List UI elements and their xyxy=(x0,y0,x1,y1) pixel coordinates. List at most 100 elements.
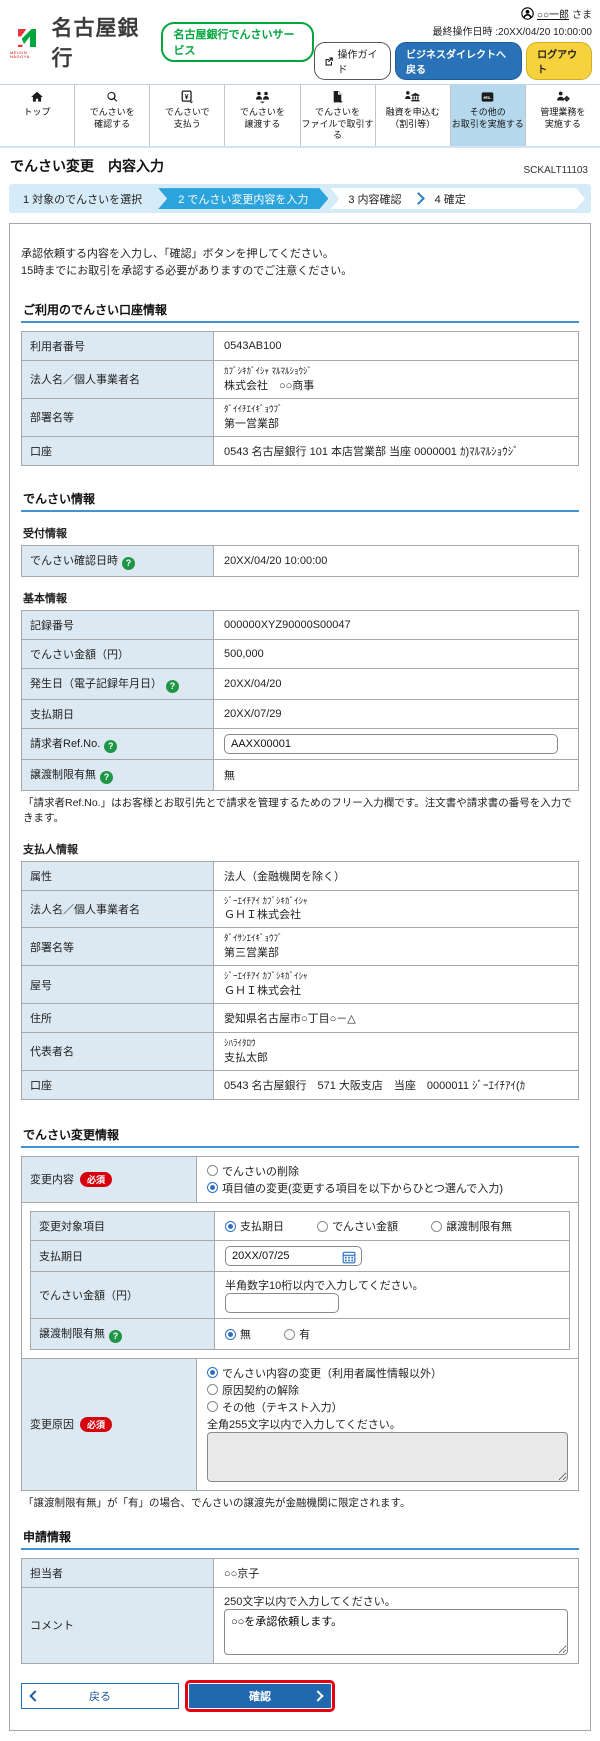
radio-target-amount[interactable] xyxy=(317,1221,328,1232)
bank-logo: MEIGIN NAGOYA xyxy=(10,26,44,59)
new-limit-options: 無 有 xyxy=(215,1318,570,1349)
row-label: 屋号 xyxy=(22,966,214,1004)
payer-info-table: 属性 法人（金融機関を除く） 法人名／個人事業者名 ｼﾞｰｴｲﾁｱｲ ｶﾌﾞｼｷ… xyxy=(21,861,579,1100)
option-label: でんさいの削除 xyxy=(222,1163,299,1179)
svg-text:etc.: etc. xyxy=(484,95,492,100)
service-badge: 名古屋銀行でんさいサービス xyxy=(161,22,314,62)
option-label: でんさい内容の変更（利用者属性情報以外） xyxy=(222,1365,442,1381)
radio-reason-contract-cancel[interactable] xyxy=(207,1384,218,1395)
payer-dept-name: 第三営業部 xyxy=(224,947,279,959)
external-link-icon xyxy=(324,56,334,67)
trade-name-value: ｼﾞｰｴｲﾁｱｲ ｶﾌﾞｼｷｶﾞｲｼｬ ＧＨＩ株式会社 xyxy=(214,966,579,1004)
tab-apply-loan[interactable]: 融資を申込む （割引等） xyxy=(376,85,451,146)
table-row: 口座 0543 名古屋銀行 571 大阪支店 当座 0000011 ｼﾞｰｴｲﾁ… xyxy=(22,1070,579,1099)
radio-limit-none[interactable] xyxy=(225,1329,236,1340)
radio-target-limit[interactable] xyxy=(431,1221,442,1232)
option-label: 有 xyxy=(299,1329,310,1341)
user-honorific: さま xyxy=(572,6,592,21)
comment-cell: 250文字以内で入力してください。 ○○を承認依頼します。 xyxy=(214,1587,579,1663)
option-label: 支払期日 xyxy=(240,1221,284,1233)
help-icon[interactable] xyxy=(100,771,113,784)
tab-label: でんさいで 支払う xyxy=(165,107,210,130)
guide-button[interactable]: 操作ガイド xyxy=(314,42,391,80)
row-label: でんさい金額（円） xyxy=(31,1271,215,1318)
representative-kana: ｼﾊﾗｲﾀﾛｳ xyxy=(224,1038,568,1049)
radio-target-due-date[interactable] xyxy=(225,1221,236,1232)
tab-label: その他の お取引を実施する xyxy=(452,107,524,130)
table-row: 発生日（電子記録年月日） 20XX/04/20 xyxy=(22,668,579,699)
calendar-icon[interactable] xyxy=(342,1250,356,1264)
change-content-options: でんさいの削除 項目値の変更(変更する項目を以下からひとつ選んで入力) xyxy=(197,1157,578,1202)
amount-hint: 半角数字10桁以内で入力してください。 xyxy=(225,1277,559,1293)
row-label: でんさい金額（円） xyxy=(22,639,214,668)
payer-dept-value: ﾀﾞｲｻﾝｴｲｷﾞｮｳﾌﾞ 第三営業部 xyxy=(214,928,579,966)
table-row: 法人名／個人事業者名 ｶﾌﾞｼｷｶﾞｲｼｬ ﾏﾙﾏﾙｼｮｳｼﾞ 株式会社 ○○商… xyxy=(22,361,579,399)
table-row: 担当者 ○○京子 xyxy=(22,1558,579,1587)
help-icon[interactable] xyxy=(104,740,117,753)
row-label: 法人名／個人事業者名 xyxy=(22,361,214,399)
step-4: 4 確定 xyxy=(435,191,466,207)
tab-label: でんさいを ファイルで取引する xyxy=(302,107,374,142)
table-row: 利用者番号 0543AB100 xyxy=(22,332,579,361)
tab-other-transactions[interactable]: etc. その他の お取引を実施する xyxy=(451,85,526,146)
new-limit-label: 譲渡制限有無 xyxy=(39,1328,105,1340)
table-row: 支払期日 xyxy=(31,1240,570,1271)
basic-info-table: 記録番号 000000XYZ90000S00047 でんさい金額（円） 500,… xyxy=(21,610,579,791)
last-operation-time: 最終操作日時 :20XX/04/20 10:00:00 xyxy=(432,23,592,38)
table-row: 譲渡制限有無 無 有 xyxy=(31,1318,570,1349)
required-badge: 必須 xyxy=(80,1417,112,1432)
back-button-label: 戻る xyxy=(89,1688,111,1704)
tab-transfer-densai[interactable]: でんさいを 譲渡する xyxy=(225,85,300,146)
application-info-table: 担当者 ○○京子 コメント 250文字以内で入力してください。 ○○を承認依頼し… xyxy=(21,1558,579,1664)
row-label: 法人名／個人事業者名 xyxy=(22,890,214,928)
radio-reason-content-change[interactable] xyxy=(207,1367,218,1378)
confirm-button[interactable]: 確認 xyxy=(189,1684,331,1708)
tab-confirm-densai[interactable]: でんさいを 確認する xyxy=(75,85,150,146)
help-icon[interactable] xyxy=(109,1330,122,1343)
row-label: 口座 xyxy=(22,1070,214,1099)
tab-label: でんさいを 確認する xyxy=(90,107,135,130)
option-reason-other: その他（テキスト入力） xyxy=(207,1399,568,1415)
row-label: でんさい確認日時 xyxy=(22,545,214,576)
user-number-value: 0543AB100 xyxy=(214,332,579,361)
help-icon[interactable] xyxy=(166,680,179,693)
option-item-change: 項目値の変更(変更する項目を以下からひとつ選んで入力) xyxy=(207,1180,568,1196)
logout-button[interactable]: ログアウト xyxy=(526,42,592,80)
tab-file-transaction[interactable]: でんさいを ファイルで取引する xyxy=(301,85,376,146)
tab-pay-densai[interactable]: ¥ でんさいで 支払う xyxy=(150,85,225,146)
table-row: 法人名／個人事業者名 ｼﾞｰｴｲﾁｱｲ ｶﾌﾞｼｷｶﾞｲｼｬ ＧＨＩ株式会社 xyxy=(22,890,579,928)
step-3: 3 内容確認 xyxy=(348,191,401,207)
payer-dept-kana: ﾀﾞｲｻﾝｴｲｷﾞｮｳﾌﾞ xyxy=(224,933,568,944)
row-label: 代表者名 xyxy=(22,1033,214,1071)
tab-label: 管理業務を 実施する xyxy=(540,107,585,130)
option-label: その他（テキスト入力） xyxy=(222,1399,343,1415)
trade-name-kana: ｼﾞｰｴｲﾁｱｲ ｶﾌﾞｼｷｶﾞｲｼｬ xyxy=(224,971,568,982)
yen-icon: ¥ xyxy=(180,90,195,104)
tab-admin-tasks[interactable]: 管理業務を 実施する xyxy=(526,85,600,146)
reason-textarea[interactable] xyxy=(207,1432,568,1482)
table-row: でんさい金額（円） 半角数字10桁以内で入力してください。 xyxy=(31,1271,570,1318)
option-label: でんさい金額 xyxy=(332,1221,398,1233)
tab-top[interactable]: トップ xyxy=(0,85,75,146)
radio-reason-other[interactable] xyxy=(207,1401,218,1412)
user-name-link[interactable]: ○○一郎 xyxy=(537,6,569,21)
header-right: ○○一郎 さま 最終操作日時 :20XX/04/20 10:00:00 操作ガイ… xyxy=(314,6,592,80)
change-content-label: 変更内容 xyxy=(30,1171,74,1187)
business-direct-button[interactable]: ビジネスダイレクトへ戻る xyxy=(395,42,522,80)
row-label: 変更原因 必須 xyxy=(22,1359,197,1490)
back-button[interactable]: 戻る xyxy=(21,1683,179,1709)
table-row: 属性 法人（金融機関を除く） xyxy=(22,861,579,890)
row-label: 発生日（電子記録年月日） xyxy=(22,668,214,699)
ref-no-input[interactable] xyxy=(224,734,558,754)
help-icon[interactable] xyxy=(122,557,135,570)
required-badge: 必須 xyxy=(80,1172,112,1187)
new-amount-input[interactable] xyxy=(225,1293,339,1313)
radio-item-change[interactable] xyxy=(207,1182,218,1193)
comment-textarea[interactable]: ○○を承認依頼します。 xyxy=(224,1609,568,1655)
radio-limit-exists[interactable] xyxy=(284,1329,295,1340)
change-reason-options: でんさい内容の変更（利用者属性情報以外） 原因契約の解除 その他（テキスト入力）… xyxy=(197,1359,578,1490)
search-icon xyxy=(105,90,120,104)
account-value: 0543 名古屋銀行 101 本店営業部 当座 0000001 ｶ)ﾏﾙﾏﾙｼｮ… xyxy=(214,436,579,465)
row-label: 利用者番号 xyxy=(22,332,214,361)
dept-name: 第一営業部 xyxy=(224,418,279,430)
